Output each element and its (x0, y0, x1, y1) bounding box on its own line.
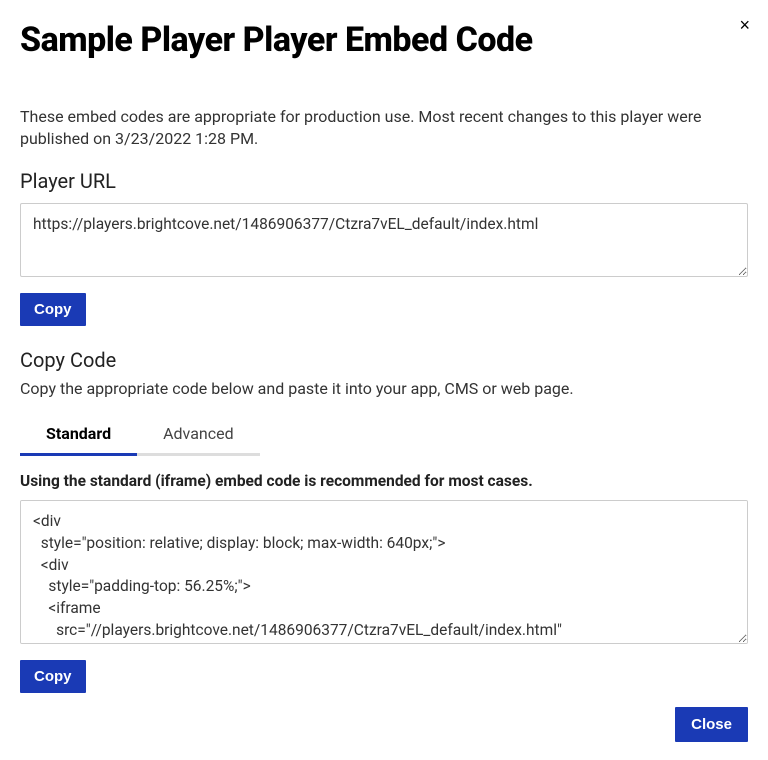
code-tabs: Standard Advanced (20, 414, 748, 456)
dialog-header: Sample Player Player Embed Code × (0, 0, 768, 84)
copy-code-section: Copy Code Copy the appropriate code belo… (20, 348, 748, 693)
copy-code-heading: Copy Code (20, 348, 748, 372)
close-icon[interactable]: × (735, 14, 754, 36)
dialog-footer: Close (675, 707, 748, 742)
player-url-heading: Player URL (20, 169, 748, 193)
dialog-title: Sample Player Player Embed Code (20, 20, 748, 60)
copy-code-subtext: Copy the appropriate code below and past… (20, 378, 748, 400)
intro-text: These embed codes are appropriate for pr… (20, 106, 748, 151)
dialog-body: These embed codes are appropriate for pr… (0, 84, 768, 693)
copy-url-button[interactable]: Copy (20, 293, 86, 326)
tab-standard[interactable]: Standard (20, 414, 137, 456)
standard-info-text: Using the standard (iframe) embed code i… (20, 472, 748, 490)
player-url-textarea[interactable] (20, 203, 748, 277)
close-button[interactable]: Close (675, 707, 748, 742)
tab-advanced[interactable]: Advanced (137, 414, 260, 456)
embed-code-textarea[interactable] (20, 500, 748, 644)
copy-code-button[interactable]: Copy (20, 660, 86, 693)
